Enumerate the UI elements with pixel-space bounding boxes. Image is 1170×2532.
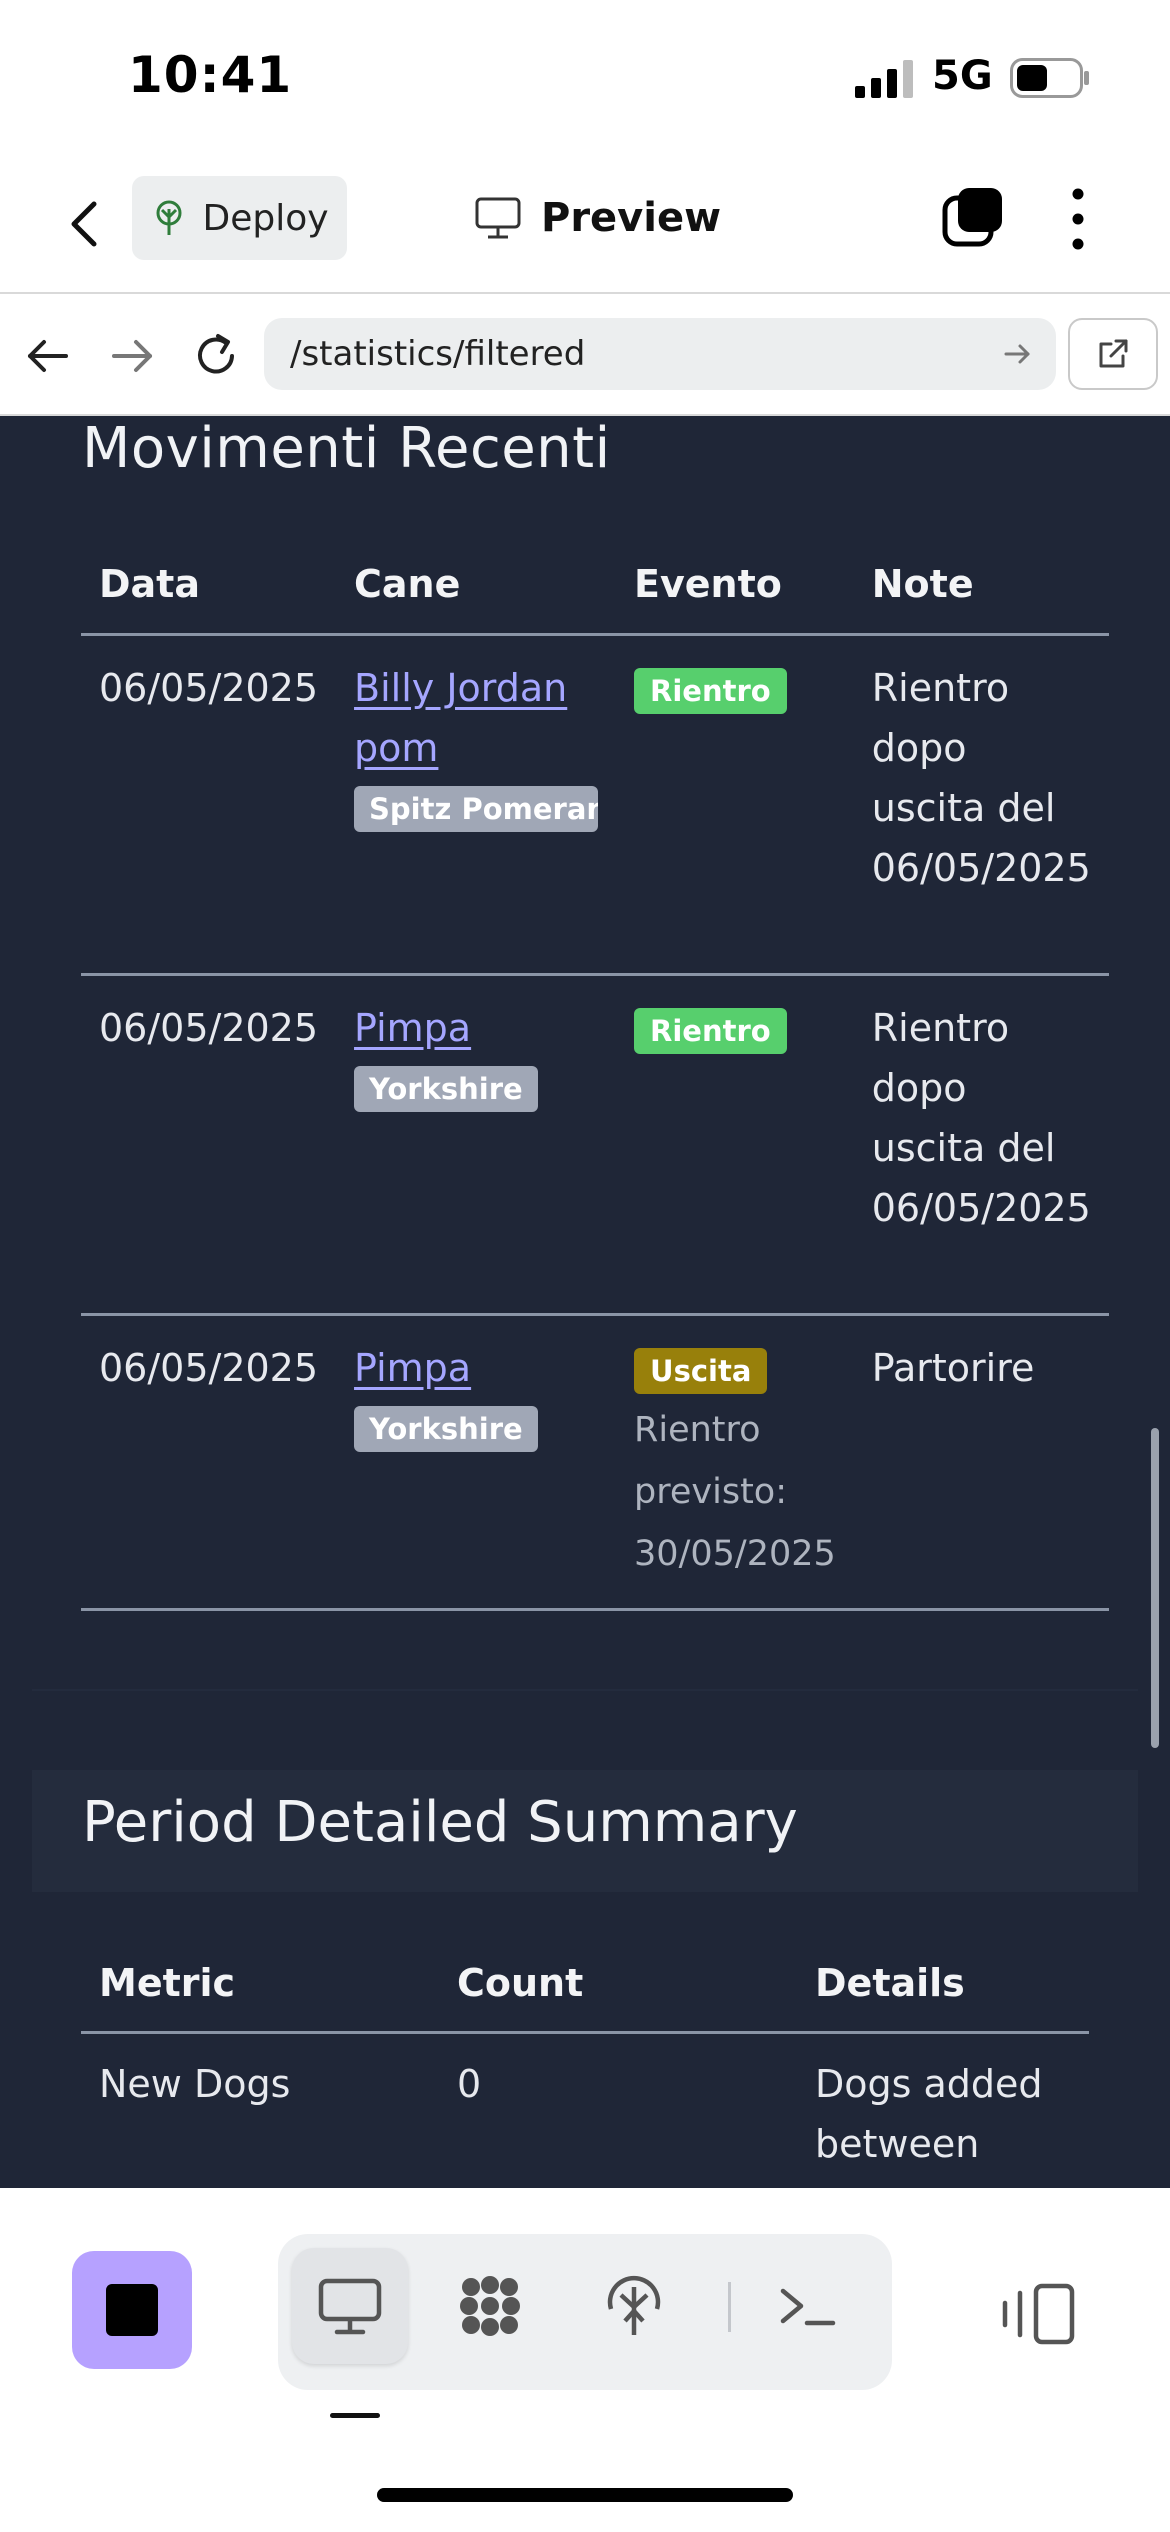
preview-label: Preview xyxy=(541,195,722,241)
stop-icon xyxy=(106,2284,158,2336)
date-cell: 06/05/2025 xyxy=(81,634,337,976)
battery-icon xyxy=(1010,58,1089,98)
grid-view-button[interactable] xyxy=(432,2248,548,2364)
movements-table: Data Cane Evento Note 06/05/2025 Billy J… xyxy=(81,536,1109,1611)
expected-return: Rientro previsto: 30/05/2025 xyxy=(634,1409,836,1574)
preview-view-button[interactable] xyxy=(292,2248,408,2364)
summary-table: Metric Count Details New Dogs 0 Dogs add… xyxy=(81,1936,1089,2188)
url-field[interactable]: /statistics/filtered xyxy=(264,318,1056,390)
dog-link[interactable]: Pimpa xyxy=(354,1346,471,1390)
arrow-right-icon[interactable] xyxy=(104,328,160,384)
breed-badge: Yorkshire xyxy=(354,1065,538,1112)
arrow-left-icon[interactable] xyxy=(20,328,76,384)
monitor-icon xyxy=(475,197,521,239)
deploy-button[interactable]: Deploy xyxy=(132,176,347,260)
active-tab-indicator xyxy=(330,2413,380,2418)
table-row: 06/05/2025 Pimpa Yorkshire Rientro Rient… xyxy=(81,974,1109,1316)
dog-cell: Pimpa Yorkshire xyxy=(336,1314,617,1611)
details-cell: Dogs added between xyxy=(815,2061,1043,2166)
browser-toolbar: /statistics/filtered xyxy=(0,296,1170,416)
event-cell: Rientro xyxy=(616,974,854,1316)
deploy-view-button[interactable] xyxy=(576,2248,692,2364)
terminal-icon xyxy=(780,2288,836,2326)
deploy-icon xyxy=(607,2275,661,2335)
event-badge: Rientro xyxy=(634,1007,787,1054)
view-switcher xyxy=(278,2234,892,2390)
external-link-icon xyxy=(1099,339,1128,368)
event-badge: Uscita xyxy=(634,1347,768,1394)
deploy-label: Deploy xyxy=(202,197,329,239)
event-badge: Rientro xyxy=(634,667,787,714)
header-data: Data xyxy=(81,536,337,636)
stop-button[interactable] xyxy=(72,2251,192,2369)
status-time: 10:41 xyxy=(128,46,293,104)
note-cell: Rientro dopo uscita del 06/05/2025 xyxy=(853,634,1109,976)
table-row: 06/05/2025 Billy Jordan pom Spitz Pomera… xyxy=(81,634,1109,976)
dog-link[interactable]: Pimpa xyxy=(354,1006,471,1050)
dog-cell: Pimpa Yorkshire xyxy=(336,974,617,1316)
summary-title: Period Detailed Summary xyxy=(82,1790,798,1855)
go-arrow-icon[interactable] xyxy=(1002,338,1034,370)
metric-cell: New Dogs xyxy=(99,2061,291,2106)
scrollbar[interactable] xyxy=(1151,1428,1159,1748)
header-count: Count xyxy=(439,1936,797,2034)
open-external-button[interactable] xyxy=(1068,318,1158,390)
summary-card-header: Period Detailed Summary xyxy=(32,1770,1138,1892)
movements-title: Movimenti Recenti xyxy=(82,416,611,481)
breed-badge: Spitz Pomerania xyxy=(354,785,599,832)
reload-icon[interactable] xyxy=(188,328,244,384)
toolbar-divider xyxy=(728,2282,731,2332)
date-cell: 06/05/2025 xyxy=(81,974,337,1316)
event-cell: Uscita Rientro previsto: 30/05/2025 xyxy=(616,1314,854,1611)
tabs-icon[interactable] xyxy=(942,186,1004,248)
status-bar: 10:41 5G xyxy=(0,0,1170,160)
signal-icon xyxy=(855,60,913,98)
preview-title[interactable]: Preview xyxy=(475,186,721,250)
network-label: 5G xyxy=(932,53,993,99)
more-icon[interactable] xyxy=(1060,186,1096,252)
table-header-row: Data Cane Evento Note xyxy=(81,536,1109,636)
page-content[interactable]: Movimenti Recenti Data Cane Evento Note … xyxy=(0,416,1170,2188)
grid-icon xyxy=(460,2276,520,2336)
table-row: New Dogs 0 Dogs added between xyxy=(81,2032,1089,2188)
sprout-icon xyxy=(156,200,182,235)
note-cell: Partorire xyxy=(853,1314,1109,1611)
table-header-row: Metric Count Details xyxy=(81,1936,1089,2034)
home-indicator[interactable] xyxy=(377,2488,793,2502)
header-evento: Evento xyxy=(616,536,854,636)
breed-badge: Yorkshire xyxy=(354,1405,538,1452)
note-cell: Rientro dopo uscita del 06/05/2025 xyxy=(853,974,1109,1316)
date-cell: 06/05/2025 xyxy=(81,1314,337,1611)
terminal-view-button[interactable] xyxy=(750,2248,866,2364)
count-cell: 0 xyxy=(457,2061,482,2106)
bottom-toolbar xyxy=(0,2188,1170,2532)
event-cell: Rientro xyxy=(616,634,854,976)
monitor-icon xyxy=(318,2278,382,2335)
dog-link[interactable]: Billy Jordan pom xyxy=(354,666,567,770)
header-metric: Metric xyxy=(81,1936,439,2034)
header-details: Details xyxy=(797,1936,1089,2034)
devices-icon[interactable] xyxy=(1000,2283,1076,2345)
back-icon[interactable] xyxy=(60,194,110,254)
url-text: /statistics/filtered xyxy=(290,334,586,374)
header-note: Note xyxy=(853,536,1109,636)
table-row: 06/05/2025 Pimpa Yorkshire Uscita Rientr… xyxy=(81,1314,1109,1611)
dog-cell: Billy Jordan pom Spitz Pomerania xyxy=(336,634,617,976)
header-cane: Cane xyxy=(336,536,617,636)
app-header: Deploy Preview xyxy=(0,160,1170,294)
